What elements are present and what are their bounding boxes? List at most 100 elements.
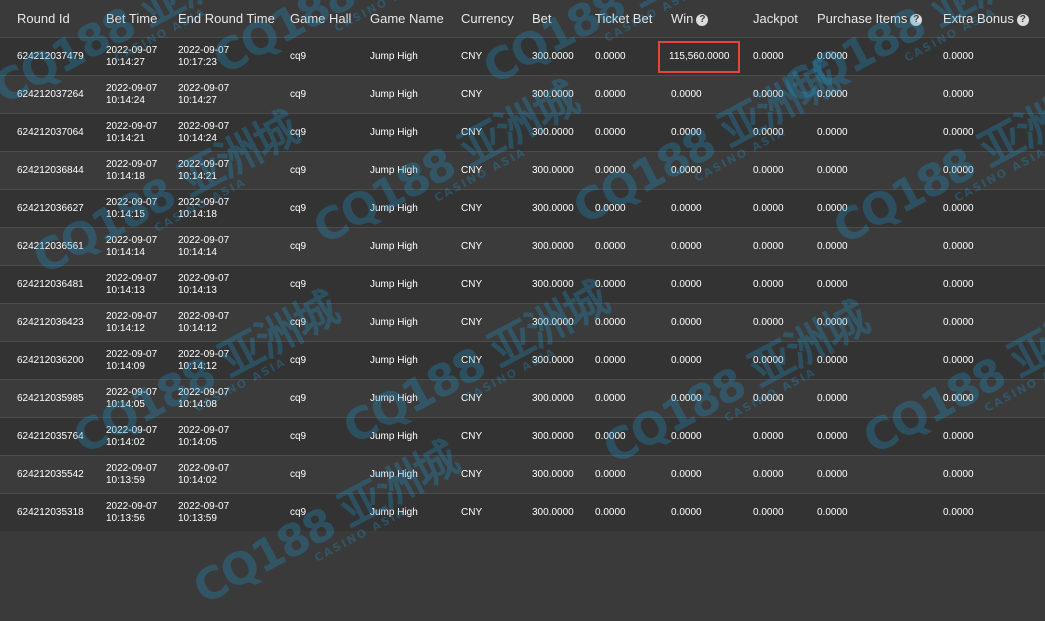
- jackpot-cell: 0.0000: [753, 227, 817, 266]
- bet-cell: 300.0000: [532, 455, 595, 494]
- table-row[interactable]: 624212035985 2022-09-07 10:14:05 2022-09-07…: [0, 379, 1045, 418]
- help-icon[interactable]: ?: [1016, 14, 1029, 26]
- table-row[interactable]: 624212037479 2022-09-07 10:14:27 2022-09-07…: [0, 37, 1045, 76]
- game-name-cell: Jump High: [370, 455, 461, 494]
- bet-time-cell: 2022-09-07 10:14:21: [100, 113, 175, 152]
- date-line: 2022-09-07: [106, 44, 158, 56]
- column-header-end-round-time[interactable]: End Round Time: [175, 0, 290, 38]
- bet-cell: 300.0000: [532, 493, 595, 531]
- column-header-game-hall[interactable]: Game Hall: [290, 0, 370, 38]
- jackpot-cell: 0.0000: [753, 113, 817, 152]
- extra-bonus-cell: 0.0000: [943, 379, 1045, 418]
- extra-bonus-cell: 0.0000: [943, 151, 1045, 190]
- column-header-label: Jackpot: [753, 11, 798, 26]
- ticket-bet-cell: 0.0000: [595, 493, 671, 531]
- time-line: 10:13:59: [106, 474, 145, 486]
- date-line: 2022-09-07: [106, 500, 158, 512]
- time-line: 10:14:13: [178, 284, 217, 296]
- time-line: 10:14:09: [106, 360, 145, 372]
- column-header-label: Game Name: [370, 11, 444, 26]
- win-cell: 0.0000: [671, 75, 753, 114]
- table-body: 624212037479 2022-09-07 10:14:27 2022-09-07…: [0, 37, 1045, 531]
- date-line: 2022-09-07: [106, 82, 158, 94]
- currency-cell: CNY: [461, 265, 532, 304]
- date-line: 2022-09-07: [106, 158, 158, 170]
- bet-cell: 300.0000: [532, 379, 595, 418]
- ticket-bet-cell: 0.0000: [595, 75, 671, 114]
- bet-time-cell: 2022-09-07 10:14:27: [100, 37, 175, 76]
- purchase-items-cell: 0.0000: [817, 417, 943, 456]
- column-header-extra-bonus[interactable]: Extra Bonus?: [943, 0, 1045, 38]
- jackpot-cell: 0.0000: [753, 151, 817, 190]
- date-line: 2022-09-07: [106, 424, 158, 436]
- round-id-cell: 624212036627: [0, 189, 100, 228]
- end-round-time-cell: 2022-09-07 10:14:13: [175, 265, 290, 304]
- round-id-cell: 624212035985: [0, 379, 100, 418]
- bet-cell: 300.0000: [532, 303, 595, 342]
- time-line: 10:14:08: [178, 398, 217, 410]
- time-line: 10:13:59: [178, 512, 217, 524]
- table-row[interactable]: 624212037064 2022-09-07 10:14:21 2022-09-07…: [0, 113, 1045, 152]
- game-name-cell: Jump High: [370, 113, 461, 152]
- column-header-bet[interactable]: Bet: [532, 0, 595, 38]
- game-name-cell: Jump High: [370, 75, 461, 114]
- table-row[interactable]: 624212036844 2022-09-07 10:14:18 2022-09-07…: [0, 151, 1045, 190]
- column-header-game-name[interactable]: Game Name: [370, 0, 461, 38]
- column-header-currency[interactable]: Currency: [461, 0, 532, 38]
- end-round-time-cell: 2022-09-07 10:14:05: [175, 417, 290, 456]
- bet-cell: 300.0000: [532, 151, 595, 190]
- time-line: 10:14:12: [106, 322, 145, 334]
- column-header-label: Round Id: [17, 11, 70, 26]
- table-row[interactable]: 624212037264 2022-09-07 10:14:24 2022-09-07…: [0, 75, 1045, 114]
- column-header-win[interactable]: Win?: [671, 0, 753, 38]
- game-hall-cell: cq9: [290, 455, 370, 494]
- game-hall-cell: cq9: [290, 113, 370, 152]
- jackpot-cell: 0.0000: [753, 455, 817, 494]
- purchase-items-cell: 0.0000: [817, 113, 943, 152]
- win-cell: 0.0000: [671, 303, 753, 342]
- table-row[interactable]: 624212036627 2022-09-07 10:14:15 2022-09-07…: [0, 189, 1045, 228]
- bet-time-cell: 2022-09-07 10:14:24: [100, 75, 175, 114]
- game-name-cell: Jump High: [370, 151, 461, 190]
- end-round-time-cell: 2022-09-07 10:17:23: [175, 37, 290, 76]
- round-id-cell: 624212036200: [0, 341, 100, 380]
- column-header-purchase-items[interactable]: Purchase Items?: [817, 0, 943, 38]
- column-header-ticket-bet[interactable]: Ticket Bet: [595, 0, 671, 38]
- extra-bonus-cell: 0.0000: [943, 37, 1045, 76]
- column-header-bet-time[interactable]: Bet Time: [100, 0, 175, 38]
- table-row[interactable]: 624212036423 2022-09-07 10:14:12 2022-09-07…: [0, 303, 1045, 342]
- date-line: 2022-09-07: [178, 386, 230, 398]
- win-cell: 115,560.0000: [658, 37, 753, 76]
- date-line: 2022-09-07: [106, 462, 158, 474]
- bet-time-cell: 2022-09-07 10:14:02: [100, 417, 175, 456]
- win-cell: 0.0000: [671, 493, 753, 531]
- column-header-label: Purchase Items: [817, 11, 908, 26]
- table-row[interactable]: 624212035764 2022-09-07 10:14:02 2022-09-07…: [0, 417, 1045, 456]
- help-icon[interactable]: ?: [910, 14, 923, 26]
- table-row[interactable]: 624212035318 2022-09-07 10:13:56 2022-09-07…: [0, 493, 1045, 531]
- game-hall-cell: cq9: [290, 189, 370, 228]
- date-line: 2022-09-07: [178, 234, 230, 246]
- round-id-cell: 624212036481: [0, 265, 100, 304]
- date-line: 2022-09-07: [178, 272, 230, 284]
- column-header-label: Bet: [532, 11, 552, 26]
- column-header-jackpot[interactable]: Jackpot: [753, 0, 817, 38]
- table-row[interactable]: 624212036200 2022-09-07 10:14:09 2022-09-07…: [0, 341, 1045, 380]
- table-row[interactable]: 624212035542 2022-09-07 10:13:59 2022-09-07…: [0, 455, 1045, 494]
- purchase-items-cell: 0.0000: [817, 189, 943, 228]
- purchase-items-cell: 0.0000: [817, 341, 943, 380]
- end-round-time-cell: 2022-09-07 10:14:12: [175, 303, 290, 342]
- time-line: 10:14:05: [106, 398, 145, 410]
- help-icon[interactable]: ?: [696, 14, 709, 26]
- end-round-time-cell: 2022-09-07 10:14:21: [175, 151, 290, 190]
- ticket-bet-cell: 0.0000: [595, 341, 671, 380]
- table-row[interactable]: 624212036481 2022-09-07 10:14:13 2022-09-07…: [0, 265, 1045, 304]
- currency-cell: CNY: [461, 379, 532, 418]
- table-row[interactable]: 624212036561 2022-09-07 10:14:14 2022-09-07…: [0, 227, 1045, 266]
- column-header-round-id[interactable]: Round Id: [0, 0, 100, 38]
- game-name-cell: Jump High: [370, 303, 461, 342]
- win-cell: 0.0000: [671, 379, 753, 418]
- bet-time-cell: 2022-09-07 10:14:12: [100, 303, 175, 342]
- win-cell: 0.0000: [671, 189, 753, 228]
- column-header-label: Ticket Bet: [595, 11, 653, 26]
